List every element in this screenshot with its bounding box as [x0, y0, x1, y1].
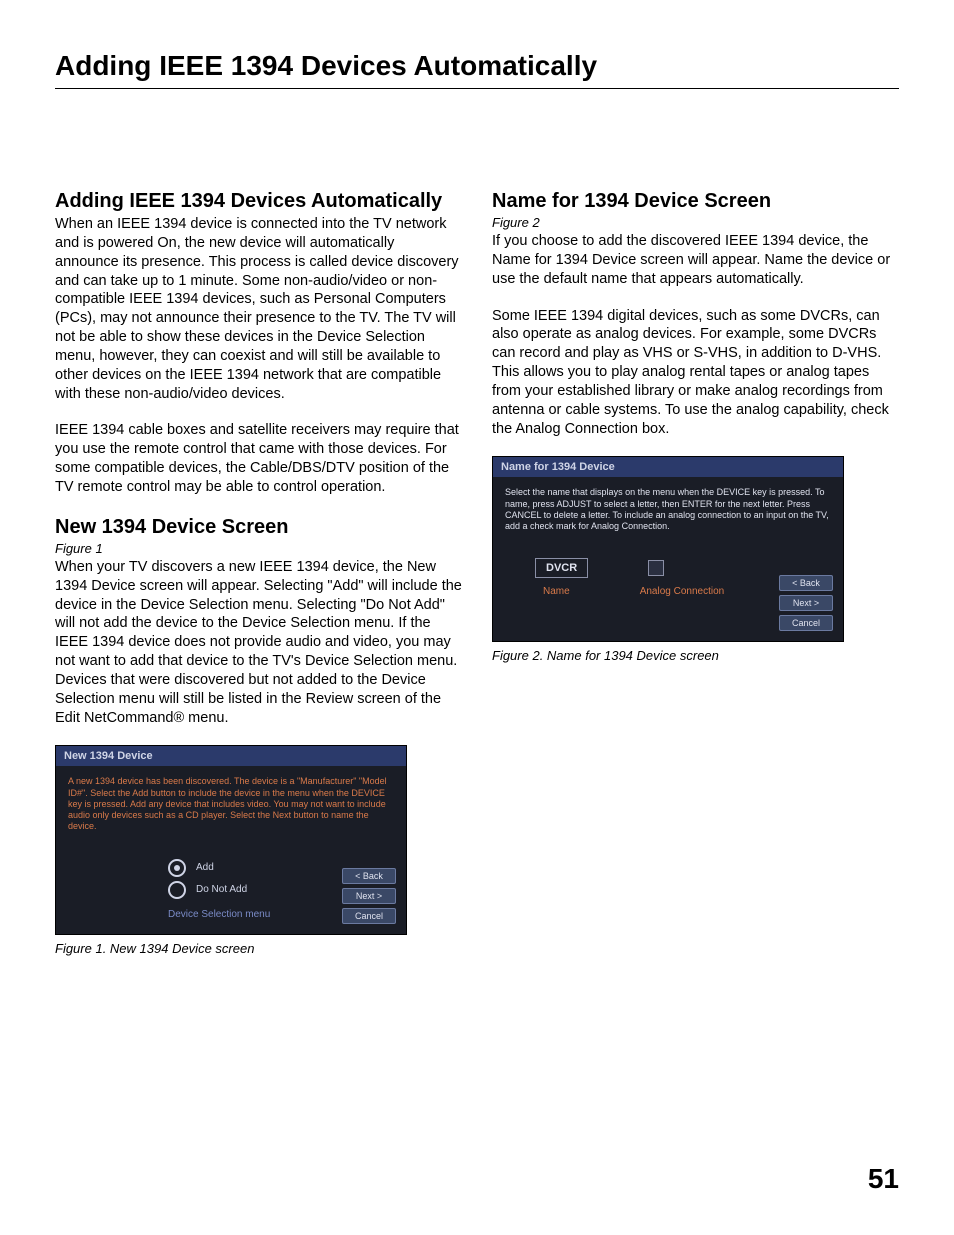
back-button[interactable]: < Back [779, 575, 833, 591]
cancel-button[interactable]: Cancel [342, 908, 396, 924]
figure1-ref: Figure 1 [55, 541, 462, 556]
para-name-device: If you choose to add the discovered IEEE… [492, 232, 899, 289]
figure2-ref: Figure 2 [492, 215, 899, 230]
radio-selected-icon [168, 859, 186, 877]
figure2-titlebar: Name for 1394 Device [493, 457, 843, 477]
radio-unselected-icon [168, 881, 186, 899]
figure2-caption: Figure 2. Name for 1394 Device screen [492, 648, 899, 663]
back-button[interactable]: < Back [342, 868, 396, 884]
figure1-screenshot: New 1394 Device A new 1394 device has be… [55, 745, 407, 934]
heading-new-device-screen: New 1394 Device Screen [55, 515, 462, 539]
next-button[interactable]: Next > [342, 888, 396, 904]
page-number: 51 [868, 1163, 899, 1195]
figure2-instructions: Select the name that displays on the men… [505, 487, 831, 532]
figure1-instructions: A new 1394 device has been discovered. T… [68, 776, 394, 832]
analog-connection-label: Analog Connection [640, 586, 725, 597]
figure1-caption: Figure 1. New 1394 Device screen [55, 941, 462, 956]
title-rule [55, 88, 899, 89]
content-columns: Adding IEEE 1394 Devices Automatically W… [55, 189, 899, 956]
analog-connection-checkbox[interactable] [648, 560, 664, 576]
cancel-button[interactable]: Cancel [779, 615, 833, 631]
para-new-device: When your TV discovers a new IEEE 1394 d… [55, 558, 462, 728]
option-add-label: Add [196, 862, 214, 873]
figure2-screenshot: Name for 1394 Device Select the name tha… [492, 456, 844, 642]
left-column: Adding IEEE 1394 Devices Automatically W… [55, 189, 462, 956]
heading-name-device-screen: Name for 1394 Device Screen [492, 189, 899, 213]
option-do-not-add-label: Do Not Add [196, 884, 247, 895]
next-button[interactable]: Next > [779, 595, 833, 611]
name-field-label: Name [543, 586, 570, 597]
para-cable-boxes: IEEE 1394 cable boxes and satellite rece… [55, 421, 462, 496]
para-discovery: When an IEEE 1394 device is connected in… [55, 215, 462, 403]
device-name-input[interactable]: DVCR [535, 558, 588, 578]
figure1-titlebar: New 1394 Device [56, 746, 406, 766]
para-analog: Some IEEE 1394 digital devices, such as … [492, 307, 899, 439]
right-column: Name for 1394 Device Screen Figure 2 If … [492, 189, 899, 956]
heading-adding-devices: Adding IEEE 1394 Devices Automatically [55, 189, 462, 213]
page-title: Adding IEEE 1394 Devices Automatically [55, 50, 899, 82]
